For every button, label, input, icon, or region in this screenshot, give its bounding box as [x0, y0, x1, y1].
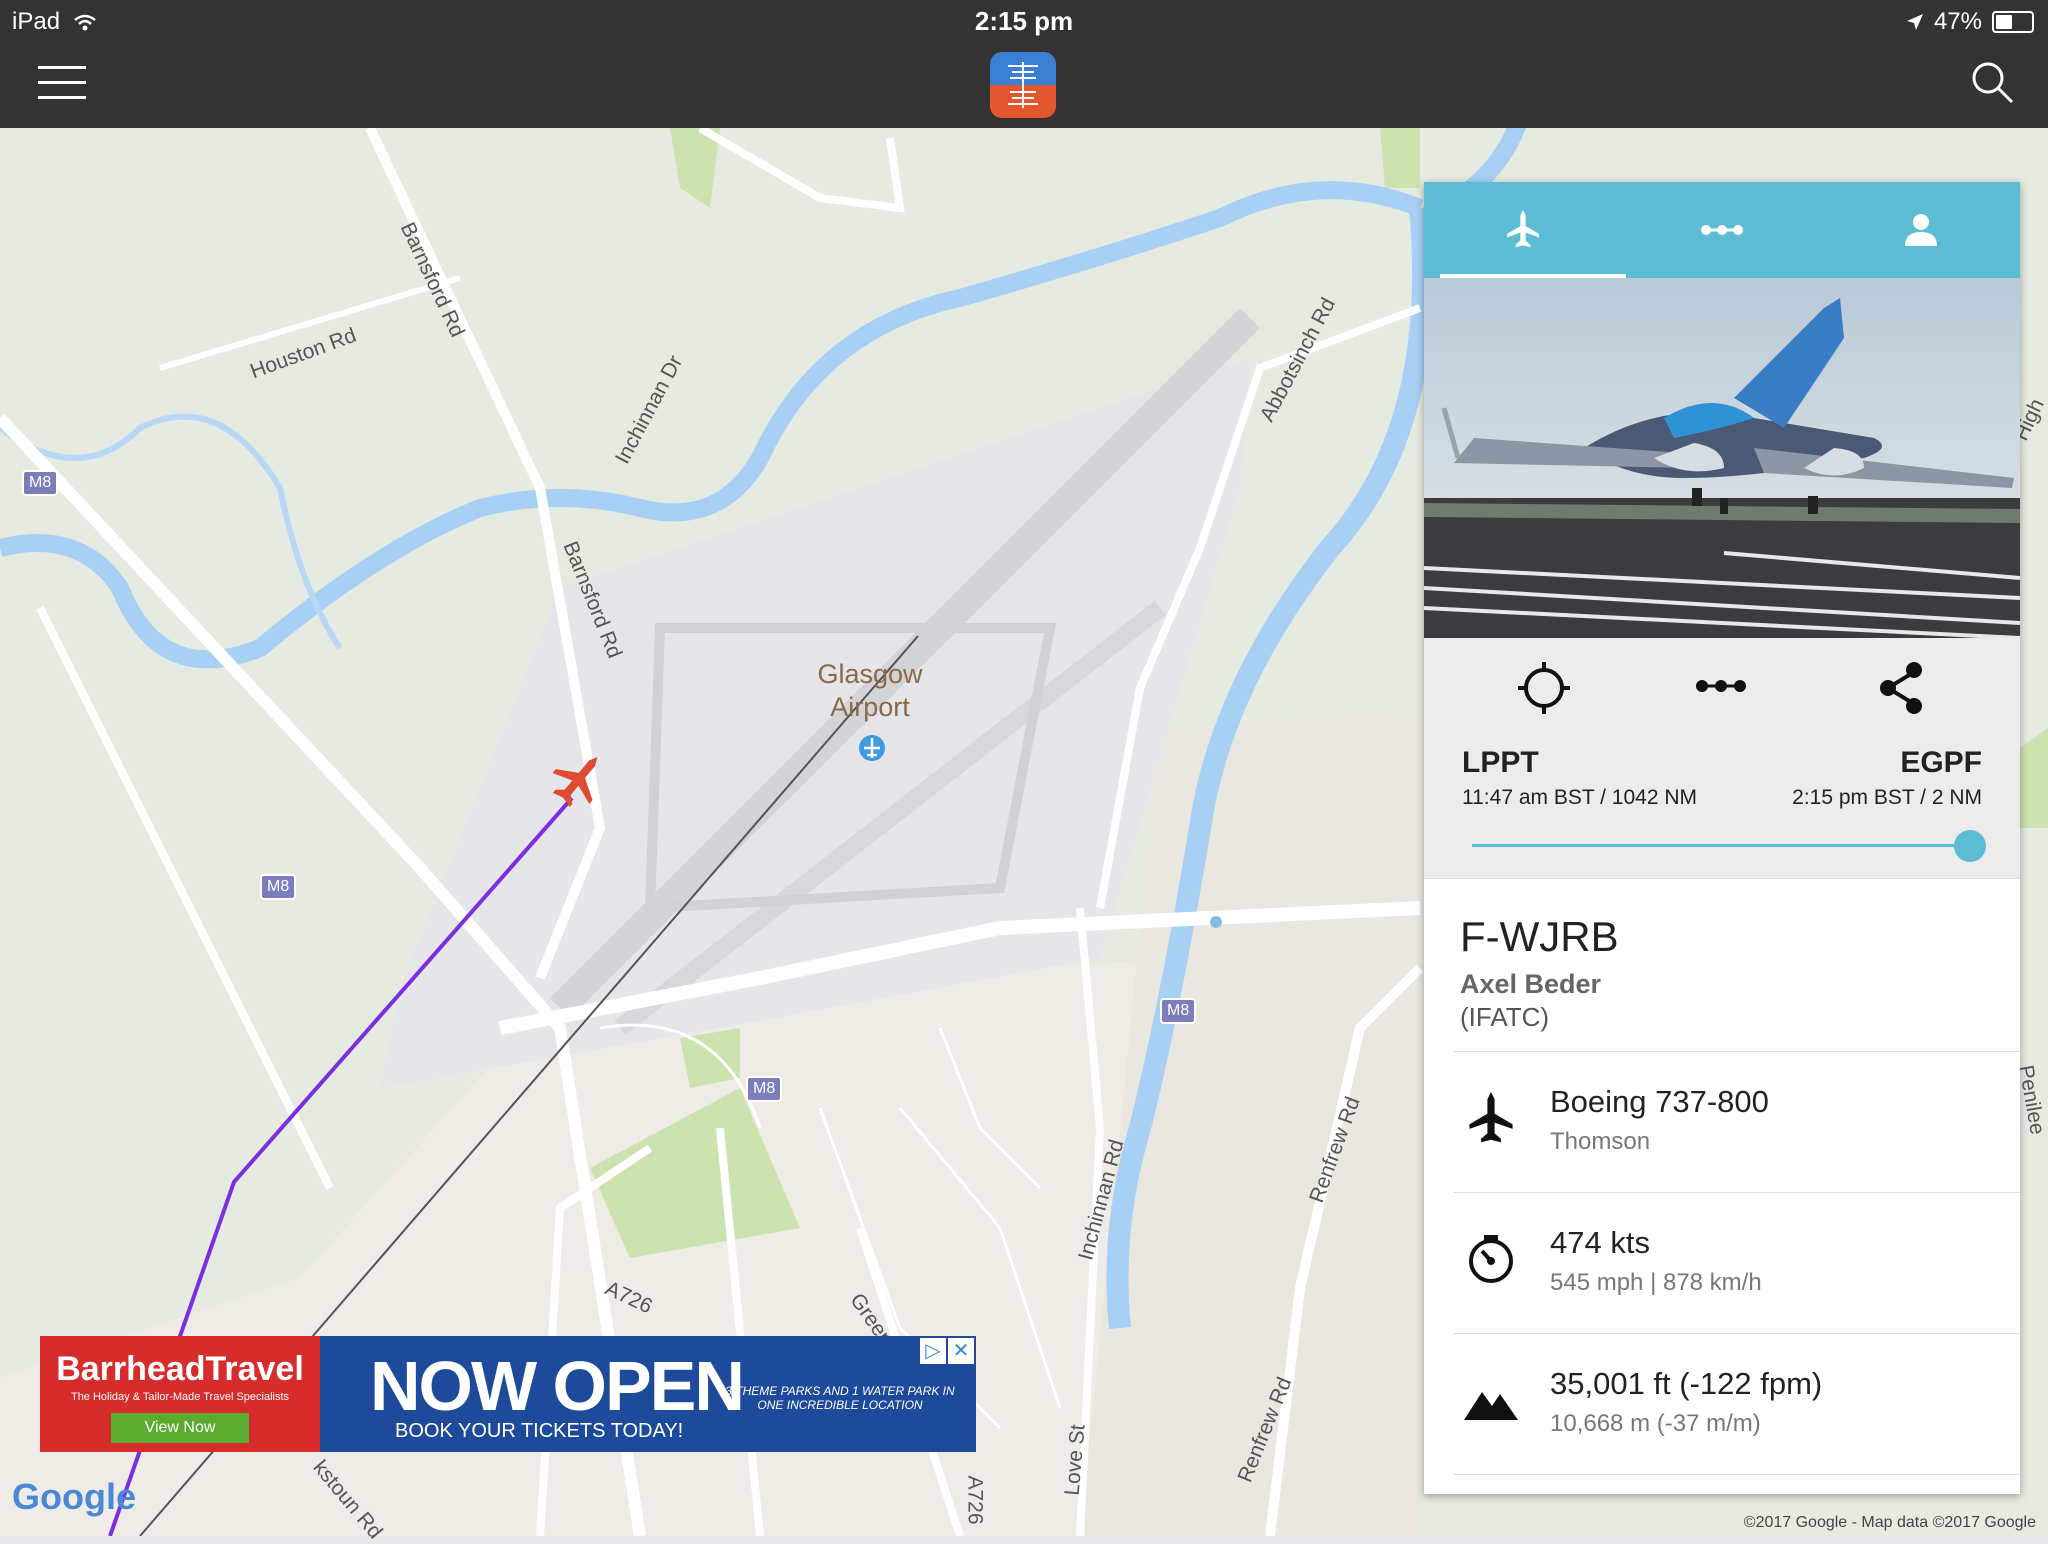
route-dots-icon: [1696, 680, 1746, 692]
origin-info: 11:47 am BST / 1042 NM: [1462, 786, 1698, 809]
location-arrow-icon: [1906, 14, 1923, 30]
ad-controls: ▷ ✕: [920, 1338, 974, 1364]
route-section: LPPT EGPF 11:47 am BST / 1042 NM 2:15 pm…: [1424, 638, 2020, 879]
destination-info: 2:15 pm BST / 2 NM: [1792, 786, 1982, 809]
google-logo: Google: [12, 1476, 136, 1517]
app-logo-icon: [990, 52, 1056, 118]
ad-tagline: The Holiday & Tailor-Made Travel Special…: [70, 1391, 290, 1403]
ad-close-button[interactable]: ✕: [948, 1338, 974, 1364]
search-button[interactable]: [1968, 58, 2018, 108]
ad-banner[interactable]: BarrheadTravel The Holiday & Tailor-Made…: [40, 1336, 976, 1452]
aircraft-livery: Thomson: [1550, 1128, 1651, 1155]
airplane-icon: [1469, 1092, 1513, 1143]
speedometer-icon: [1469, 1235, 1513, 1283]
battery-percent: 47%: [1933, 8, 1982, 35]
menu-line: [38, 66, 86, 69]
ad-headline: NOW OPEN: [370, 1347, 745, 1425]
menu-line: [38, 96, 86, 99]
pilot-name[interactable]: Axel Beder: [1460, 969, 2020, 1000]
street-label: A726: [963, 1475, 987, 1525]
menu-line: [38, 81, 86, 84]
search-icon: [1972, 62, 2014, 104]
flight-info-panel: LPPT EGPF 11:47 am BST / 1042 NM 2:15 pm…: [1424, 182, 2020, 1494]
share-icon: [1880, 662, 1922, 714]
flight-progress-bar: [1472, 844, 1972, 847]
flight-progress-knob[interactable]: [1954, 830, 1986, 862]
airplane-icon: [1507, 210, 1540, 248]
altitude: 35,001 ft (-122 fpm): [1550, 1366, 1823, 1401]
registration: F-WJRB: [1460, 913, 1619, 960]
battery-icon: [1992, 11, 2034, 33]
flight-identity: F-WJRB Axel Beder (IFATC): [1454, 879, 2020, 1052]
motorway-shield: M8: [1160, 998, 1197, 1024]
locate-button[interactable]: [1516, 660, 1572, 721]
aircraft-photo: [1424, 278, 2020, 638]
ad-brand-block: BarrheadTravel The Holiday & Tailor-Made…: [40, 1336, 320, 1452]
destination-code: EGPF: [1900, 746, 1982, 779]
crosshair-icon: [1518, 662, 1570, 714]
map-copyright: ©2017 Google - Map data ©2017 Google: [1743, 1514, 2036, 1531]
ground-speed: 474 kts: [1550, 1225, 1650, 1260]
tab-flight[interactable]: [1424, 182, 1623, 278]
origin-code: LPPT: [1462, 746, 1539, 779]
speed-row: 474 kts 545 mph | 878 km/h: [1454, 1193, 2020, 1334]
airport-label[interactable]: Glasgow Airport: [780, 658, 960, 724]
tab-user[interactable]: [1821, 182, 2020, 278]
airport-name-line2: Airport: [830, 692, 910, 722]
nav-bar: [0, 42, 2048, 128]
ad-subline: BOOK YOUR TICKETS TODAY!: [395, 1420, 684, 1442]
altitude-metric: 10,668 m (-37 m/m): [1550, 1410, 1761, 1437]
altitude-row: 35,001 ft (-122 fpm) 10,668 m (-37 m/m): [1454, 1334, 2020, 1475]
tab-route[interactable]: [1623, 182, 1822, 278]
motorway-shield: M8: [260, 874, 297, 900]
ad-brand: BarrheadTravel: [56, 1350, 304, 1388]
server-name: (IFATC): [1460, 1002, 1550, 1032]
mountain-icon: [1464, 1392, 1518, 1420]
share-button[interactable]: [1876, 660, 1926, 721]
route-dots-icon: [1701, 225, 1743, 235]
user-icon: [1904, 214, 1937, 246]
status-right: 47%: [1906, 8, 2034, 36]
aircraft-type: Boeing 737-800: [1550, 1084, 1769, 1119]
aircraft-row[interactable]: Boeing 737-800 Thomson: [1454, 1052, 2020, 1193]
motorway-shield: M8: [22, 470, 59, 496]
ad-view-now-button[interactable]: View Now: [110, 1413, 250, 1443]
panel-tabs: [1424, 182, 2020, 278]
ad-detail: 3 THEME PARKS AND 1 WATER PARK IN ONE IN…: [725, 1384, 955, 1412]
status-bar: iPad 2:15 pm 47%: [0, 0, 2048, 42]
airport-name-line1: Glasgow: [817, 659, 923, 689]
menu-button[interactable]: [38, 66, 86, 102]
motorway-shield: M8: [746, 1076, 783, 1102]
adchoices-icon[interactable]: ▷: [920, 1338, 946, 1364]
route-button[interactable]: [1696, 678, 1746, 699]
speed-conversions: 545 mph | 878 km/h: [1550, 1269, 1762, 1296]
status-time: 2:15 pm: [974, 6, 1074, 36]
